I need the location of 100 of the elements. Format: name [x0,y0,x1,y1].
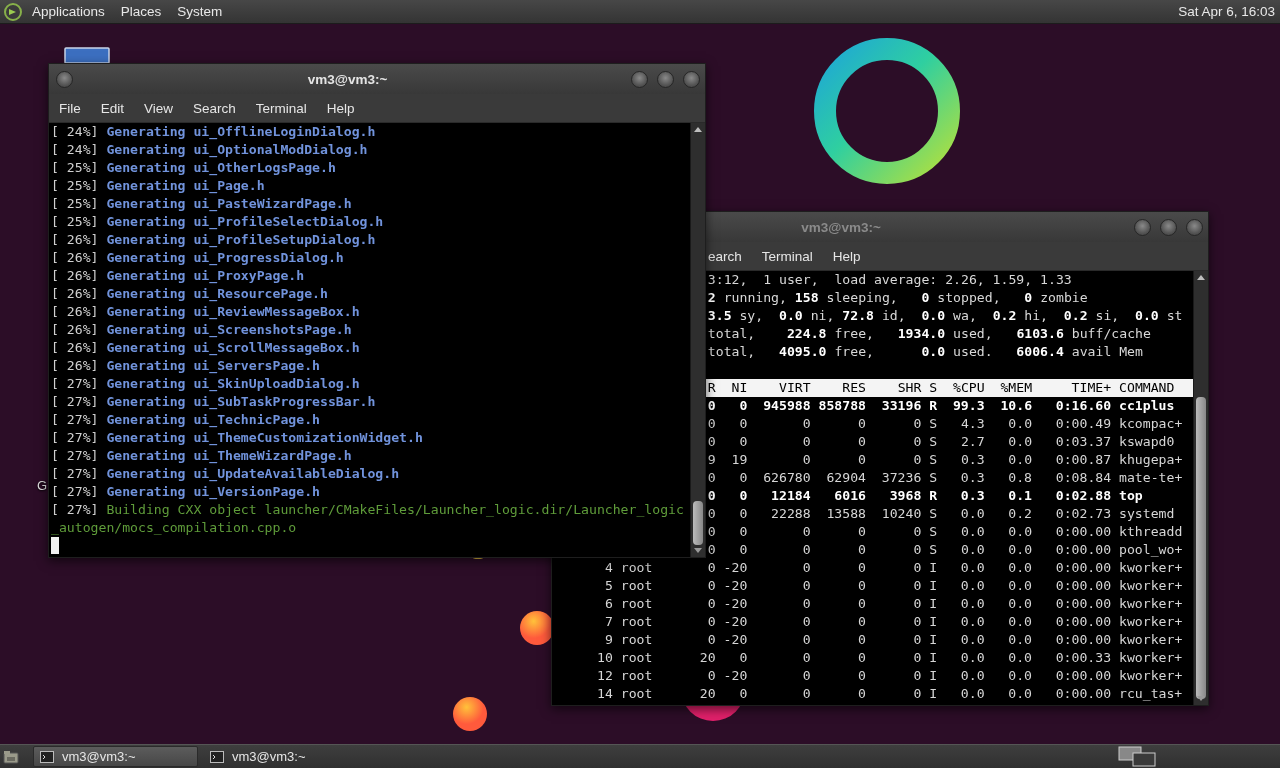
table-cell: kswapd0 [1119,433,1175,451]
logo-icon[interactable] [4,2,22,21]
scrollbar[interactable] [690,123,705,557]
maximize-button[interactable] [657,70,674,88]
arrow-up-icon[interactable] [694,127,702,132]
table-cell: 19 [731,451,748,469]
table-cell: S [929,415,938,433]
table-cell: -20 [723,667,748,685]
close-button[interactable] [683,70,700,88]
table-cell: root [620,577,653,595]
table-cell: 0.0 [960,685,985,703]
table-cell: 0 [707,487,716,505]
table-cell: 0 [802,631,811,649]
close-button[interactable] [1186,218,1203,236]
table-cell: top [1119,487,1143,505]
table-cell: 9 [707,451,716,469]
menu-item[interactable]: Terminal [255,100,307,116]
table-cell: 0.0 [960,523,985,541]
table-cell: 0.0 [1008,649,1032,667]
table-cell: I [929,559,938,577]
desktop-icon-label[interactable]: G [37,478,48,493]
column-header: %CPU [952,379,985,397]
table-cell: rcu_tas+ [1119,685,1183,703]
table-cell: root [620,613,653,631]
panel-menu[interactable]: System [169,0,231,23]
menu-item[interactable]: earch [708,248,742,264]
table-cell: kworker+ [1119,595,1183,613]
terminal-line: [ 26%] Generating ui_ScrollMessageBox.h [51,339,361,357]
column-header: COMMAND [1119,379,1175,397]
table-cell: 0 [802,649,811,667]
window-title: vm3@vm3:~ [800,219,882,235]
table-cell: 0 [858,433,866,451]
taskbar-button[interactable]: vm3@vm3:~ [203,746,368,767]
table-cell: 0:00.00 [1055,577,1112,595]
menu-item[interactable]: Terminal [761,248,813,264]
workspace-switcher[interactable] [1118,746,1156,767]
table-cell: 10240 [881,505,922,523]
table-cell: cc1plus [1119,397,1175,415]
arrow-up-icon[interactable] [1197,275,1205,280]
table-cell: 0 [858,667,866,685]
scrollbar-thumb[interactable] [693,501,703,545]
table-cell: root [620,595,653,613]
table-cell: 0.0 [1008,613,1032,631]
table-cell: 0:02.73 [1055,505,1112,523]
terminal-line: [ 26%] Generating ui_ResourcePage.h [51,285,329,303]
table-cell: 2.7 [960,433,985,451]
table-cell: 0 [913,613,922,631]
table-cell: 0:00.87 [1055,451,1112,469]
panel-menu[interactable]: Places [112,0,170,23]
table-cell: kworker+ [1119,631,1183,649]
table-cell: 0.0 [1008,631,1032,649]
terminal-line: [ 26%] Generating ui_ProxyPage.h [51,267,306,285]
terminal-line: [ 24%] Generating ui_OptionalModDialog.h [51,141,369,159]
menu-item[interactable]: Help [326,100,355,116]
show-desktop-icon[interactable] [3,749,19,764]
table-cell: 62904 [826,469,866,487]
menu-item[interactable]: File [59,100,81,116]
table-cell: 0:00.00 [1055,631,1112,649]
table-cell: 0 [802,595,811,613]
menu-item[interactable]: Search [193,100,236,116]
table-cell: 0 [707,667,716,685]
terminal-icon [40,750,54,763]
terminal-line: [ 25%] Generating ui_OtherLogsPage.h [51,159,337,177]
arrow-down-icon[interactable] [694,548,702,553]
table-cell: 0.0 [1008,415,1033,433]
menu-item[interactable]: View [144,100,174,116]
menu-item[interactable]: Edit [100,100,125,116]
arrow-down-icon[interactable] [1197,696,1205,701]
table-cell: 0.0 [1008,433,1033,451]
menu-item[interactable]: Help [832,248,861,264]
scrollbar[interactable] [1193,271,1208,705]
table-cell: 6016 [834,487,866,505]
computer-icon[interactable] [64,47,110,63]
table-cell: 0 [802,415,811,433]
table-cell: 9 [604,631,613,649]
table-cell: 0.0 [960,505,985,523]
table-cell: 0 [739,541,748,559]
table-cell: 0 [707,631,716,649]
column-header: S [929,379,938,397]
window-menu-button[interactable] [56,70,73,88]
table-cell: 0.0 [1008,667,1032,685]
table-cell: 0 [913,631,922,649]
terminal-line: [ 27%] Generating ui_ThemeWizardPage.h [51,447,353,465]
table-cell: kworker+ [1119,559,1183,577]
minimize-button[interactable] [1134,218,1151,236]
panel-menu[interactable]: Applications [24,0,113,23]
table-cell: 0 [858,685,866,703]
table-cell: 0 [858,415,866,433]
table-cell: 12184 [771,487,811,505]
taskbar-button[interactable]: vm3@vm3:~ [33,746,198,767]
minimize-button[interactable] [631,70,648,88]
maximize-button[interactable] [1160,218,1177,236]
table-cell: kthreadd [1119,523,1183,541]
table-cell: kworker+ [1119,577,1183,595]
table-cell: 20 [699,649,716,667]
scrollbar-thumb[interactable] [1196,397,1206,699]
table-cell: 0 [913,595,922,613]
table-cell: 0.0 [1008,595,1032,613]
table-cell: 0.0 [960,541,985,559]
clock[interactable]: Sat Apr 6, 16:03 [1178,4,1280,19]
